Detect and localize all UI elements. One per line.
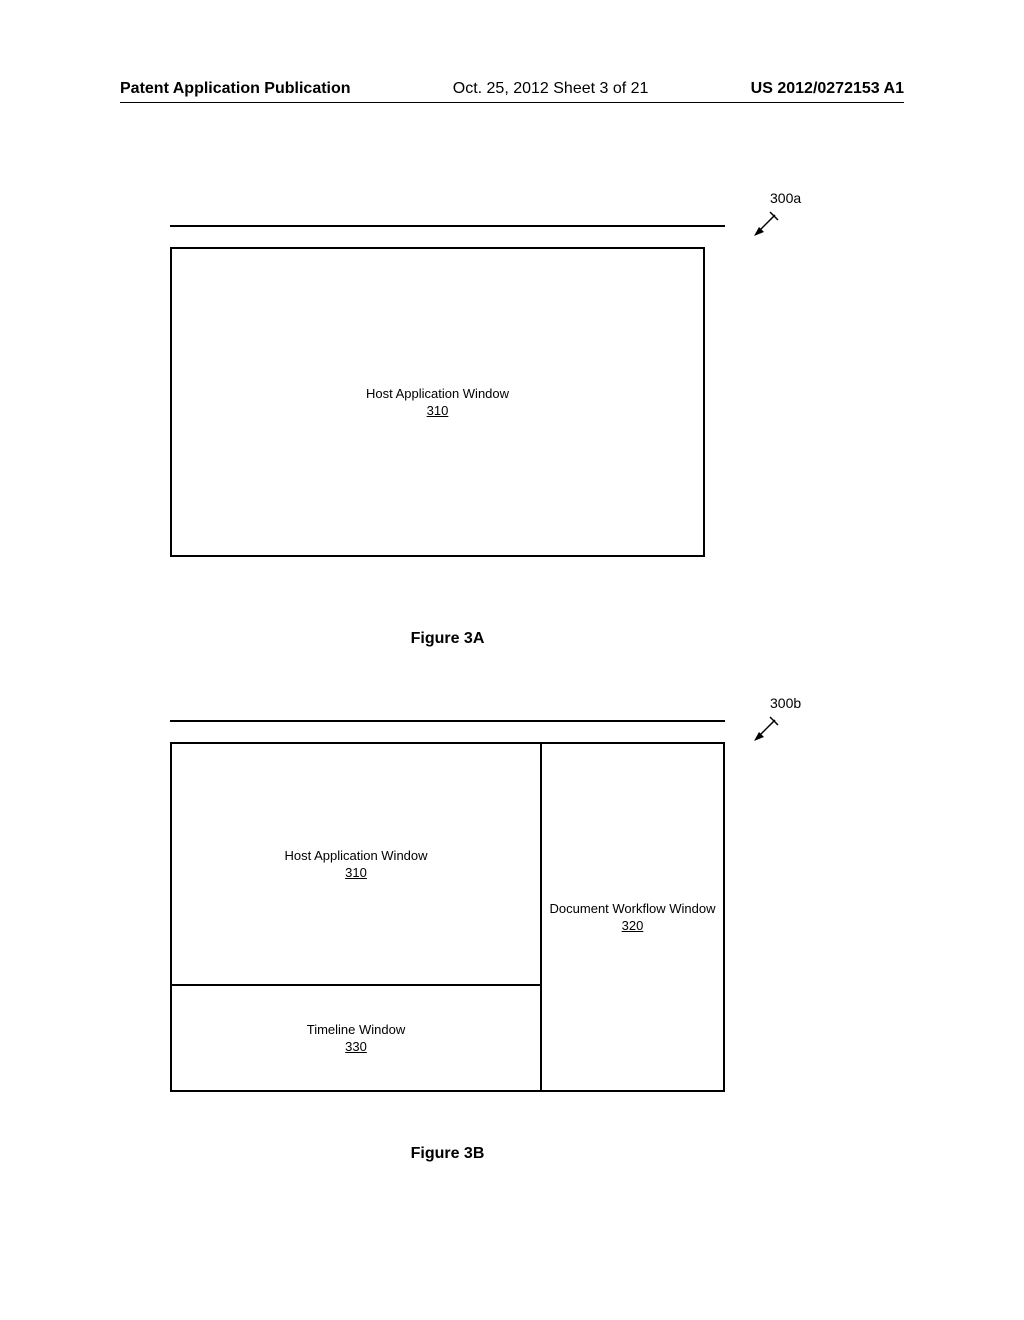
header-publication-number: US 2012/0272153 A1 bbox=[751, 80, 904, 98]
host-title-3a: Host Application Window bbox=[366, 386, 509, 401]
figure-3b-caption: Figure 3B bbox=[170, 1145, 725, 1163]
patent-header: Patent Application Publication Oct. 25, … bbox=[120, 80, 904, 103]
figure-3a-caption: Figure 3A bbox=[170, 630, 725, 648]
timeline-title: Timeline Window bbox=[307, 1022, 406, 1037]
header-date-sheet: Oct. 25, 2012 Sheet 3 of 21 bbox=[453, 80, 649, 98]
header-publication: Patent Application Publication bbox=[120, 80, 351, 98]
host-application-window-3b: Host Application Window 310 bbox=[172, 744, 542, 986]
figure-3b-layout: Host Application Window 310 Timeline Win… bbox=[170, 742, 725, 1092]
figure-3b-screen: Host Application Window 310 Timeline Win… bbox=[170, 720, 725, 1090]
figure-3a-screen: Host Application Window 310 bbox=[170, 225, 725, 555]
host-title-3b: Host Application Window bbox=[284, 848, 427, 863]
timeline-window: Timeline Window 330 bbox=[172, 986, 542, 1090]
callout-arrow-icon bbox=[750, 715, 780, 745]
host-application-window-3a: Host Application Window 310 bbox=[170, 247, 705, 557]
workflow-ref: 320 bbox=[622, 918, 644, 933]
callout-300a-label: 300a bbox=[770, 190, 801, 206]
host-ref-3b: 310 bbox=[345, 865, 367, 880]
document-workflow-window: Document Workflow Window 320 bbox=[542, 744, 723, 1090]
figure-3b-left-column: Host Application Window 310 Timeline Win… bbox=[172, 744, 542, 1090]
workflow-title: Document Workflow Window bbox=[550, 901, 716, 916]
timeline-ref: 330 bbox=[345, 1039, 367, 1054]
host-ref-3a: 310 bbox=[427, 403, 449, 418]
callout-300b-label: 300b bbox=[770, 695, 801, 711]
callout-arrow-icon bbox=[750, 210, 780, 240]
